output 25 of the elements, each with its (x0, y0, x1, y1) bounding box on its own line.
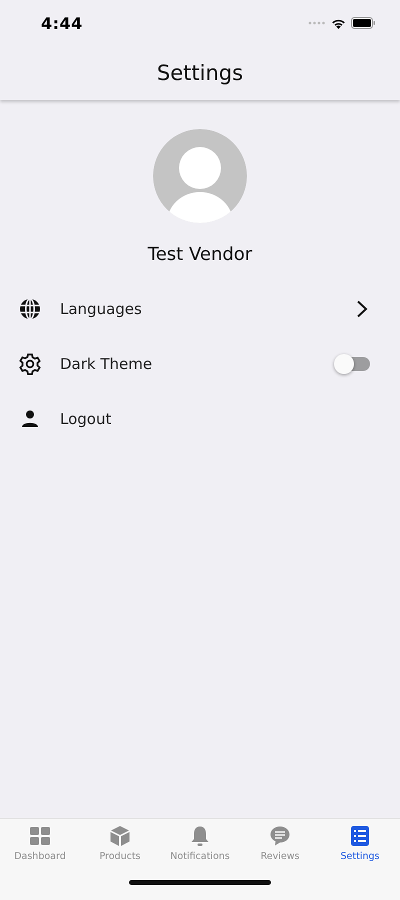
cube-icon (109, 825, 131, 847)
menu-label: Dark Theme (60, 354, 154, 372)
signal-icon (308, 21, 326, 25)
chat-bubble-icon (269, 825, 291, 847)
tab[interactable]: Notifications (160, 825, 240, 862)
person-icon (19, 408, 41, 430)
globe-icon (19, 298, 41, 320)
avatar-icon (153, 129, 247, 223)
tab[interactable]: Dashboard (0, 825, 80, 862)
tab[interactable]: Settings (320, 825, 400, 862)
battery-icon (351, 17, 376, 29)
status-time: 4:44 (41, 14, 83, 32)
gear-icon (19, 352, 41, 374)
menu-label: Languages (60, 300, 143, 318)
chevron-right-icon[interactable] (356, 300, 368, 318)
profile-name: Test Vendor (148, 244, 252, 265)
list-icon (349, 825, 371, 847)
grid-icon (29, 825, 51, 847)
menu-label: Logout (60, 410, 112, 428)
bell-icon (189, 825, 211, 847)
tab[interactable]: Products (80, 825, 160, 862)
tab[interactable]: Reviews (240, 825, 320, 862)
page-title: Settings (156, 61, 244, 85)
wifi-icon (331, 18, 346, 28)
dark-theme-switch[interactable] (336, 356, 370, 370)
